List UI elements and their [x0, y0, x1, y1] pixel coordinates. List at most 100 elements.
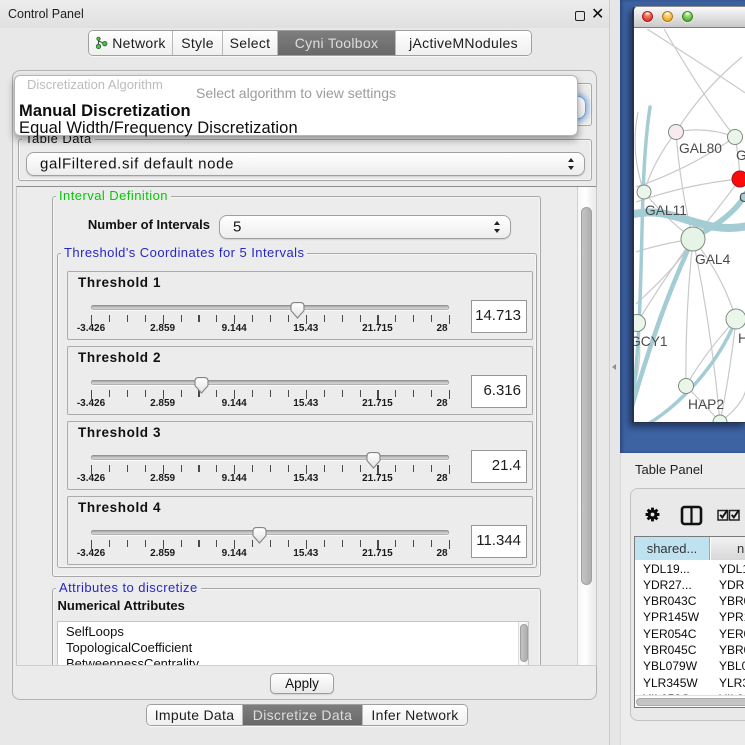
slider-tick-label: 9.144: [222, 323, 247, 334]
network-window-titlebar[interactable]: [634, 7, 745, 28]
network-view-window[interactable]: GAL80G.CGAL11GAL4GCY1HHAP2: [632, 6, 745, 423]
attribute-item[interactable]: SelfLoops: [66, 624, 124, 639]
table-cell: YLR3: [719, 676, 745, 690]
threshold-value-field[interactable]: 14.713: [471, 300, 527, 333]
slider-track[interactable]: [91, 380, 449, 385]
number-of-intervals-combobox[interactable]: 5: [219, 215, 511, 239]
network-edge[interactable]: [693, 239, 736, 319]
threshold-value-field[interactable]: 11.344: [471, 525, 527, 558]
traffic-light-close[interactable]: [642, 11, 653, 22]
table-row[interactable]: YLR345WYLR3: [635, 675, 745, 691]
algorithm-option-1[interactable]: Manual Discretization: [19, 102, 191, 121]
slider-tick-label: 28: [436, 548, 447, 559]
slider-thumb[interactable]: [193, 376, 210, 395]
tab-network[interactable]: Network: [89, 31, 173, 55]
slider-thumb-shape[interactable]: [253, 528, 266, 543]
gear-icon[interactable]: [646, 508, 660, 522]
network-node[interactable]: [634, 315, 646, 332]
tab-jactivemnodules[interactable]: jActiveMNodules: [396, 31, 531, 55]
network-edge[interactable]: [676, 130, 735, 137]
network-node[interactable]: [732, 171, 745, 187]
workspace-region: GAL80G.CGAL11GAL4GCY1HHAP2 Table Panel s…: [620, 0, 745, 745]
thresholds-group-label: Threshold's Coordinates for 5 Intervals: [61, 246, 307, 260]
slider-tick-label: 15.43: [293, 548, 318, 559]
network-edge[interactable]: [636, 179, 740, 202]
threshold-value-field[interactable]: 6.316: [471, 375, 527, 408]
slider-thumb-shape[interactable]: [291, 303, 304, 318]
slider-thumb-shape[interactable]: [195, 378, 208, 393]
attribute-item[interactable]: BetweennessCentrality: [66, 656, 199, 666]
traffic-light-minimize[interactable]: [662, 11, 673, 22]
table-row[interactable]: YDL19...YDL1: [635, 561, 745, 577]
column-header-name[interactable]: n: [711, 537, 745, 560]
network-node[interactable]: [679, 379, 694, 394]
slider-tick: [216, 315, 217, 322]
panel-splitter[interactable]: [610, 0, 620, 745]
slider-thumb[interactable]: [251, 526, 268, 545]
table-horizontal-scrollbar[interactable]: [635, 695, 745, 707]
table-row[interactable]: YBL079WYBL0: [635, 658, 745, 674]
columns-icon[interactable]: [682, 507, 701, 524]
slider-tick: [342, 390, 343, 397]
slider-track[interactable]: [91, 305, 449, 310]
close-icon[interactable]: ✕: [591, 4, 604, 24]
network-edge[interactable]: [647, 29, 745, 94]
settings-scrollbar-thumb[interactable]: [581, 207, 592, 585]
slider-thumb[interactable]: [289, 301, 306, 320]
checkbox-icon[interactable]: [730, 510, 740, 520]
threshold-slider-2[interactable]: -3.4262.8599.14415.4321.71528: [68, 347, 532, 414]
numerical-attributes-label: Numerical Attributes: [58, 598, 185, 613]
table-row[interactable]: YPR145WYPR1: [635, 609, 745, 625]
slider-track[interactable]: [91, 455, 449, 460]
threshold-slider-3[interactable]: -3.4262.8599.14415.4321.71528: [68, 422, 532, 489]
tab-style[interactable]: Style: [173, 31, 223, 55]
network-node[interactable]: [726, 309, 745, 329]
apply-button[interactable]: Apply: [270, 673, 334, 694]
number-of-intervals-label: Number of Intervals: [88, 217, 210, 232]
network-canvas[interactable]: GAL80G.CGAL11GAL4GCY1HHAP2: [634, 29, 745, 422]
node-table[interactable]: shared...n YDL19...YDL1YDR27...YDR2YBR04…: [634, 536, 745, 708]
network-node[interactable]: [681, 227, 705, 251]
tab-impute-data[interactable]: Impute Data: [147, 705, 243, 725]
attribute-item[interactable]: TopologicalCoefficient: [66, 640, 192, 655]
slider-track[interactable]: [91, 530, 449, 535]
table-cell: YBR0: [719, 643, 745, 657]
table-horizontal-scrollbar-thumb[interactable]: [636, 698, 745, 707]
table-row[interactable]: YER054CYER0: [635, 626, 745, 642]
table-cell: YBL0: [719, 659, 745, 673]
column-header-shared[interactable]: shared...: [635, 537, 710, 560]
network-node[interactable]: [637, 185, 651, 199]
tab-discretize-data[interactable]: Discretize Data: [243, 705, 363, 725]
float-window-icon[interactable]: [575, 11, 585, 21]
slider-tick: [395, 540, 396, 547]
network-node[interactable]: [669, 125, 684, 140]
threshold-value-field[interactable]: 21.4: [471, 450, 527, 483]
threshold-slider-4[interactable]: -3.4262.8599.14415.4321.71528: [68, 497, 532, 564]
checkbox-icon[interactable]: [718, 510, 728, 520]
network-edge[interactable]: [664, 29, 735, 137]
table-row[interactable]: YBR043CYBR0: [635, 593, 745, 609]
tab-select[interactable]: Select: [223, 31, 278, 55]
settings-scrollbar[interactable]: [577, 187, 594, 665]
table-cell: YBR0: [719, 594, 745, 608]
slider-tick: [181, 465, 182, 472]
network-edge[interactable]: [686, 239, 693, 386]
algorithm-option-prompt[interactable]: Select algorithm to view settings: [15, 85, 577, 101]
table-row[interactable]: YBR045CYBR0: [635, 642, 745, 658]
slider-tick: [181, 390, 182, 397]
threshold-slider-1[interactable]: -3.4262.8599.14415.4321.71528: [68, 272, 532, 339]
algorithm-option-2[interactable]: Equal Width/Frequency Discretization: [19, 119, 298, 138]
tab-infer-network[interactable]: Infer Network: [363, 705, 467, 725]
slider-thumb[interactable]: [365, 451, 382, 470]
attributes-list-scrollbar-thumb[interactable]: [520, 624, 528, 662]
network-node[interactable]: [728, 130, 743, 145]
traffic-light-zoom[interactable]: [682, 11, 693, 22]
slider-thumb-shape[interactable]: [367, 453, 380, 468]
slider-tick: [324, 540, 325, 547]
attributes-list-scrollbar[interactable]: [518, 622, 528, 666]
numerical-attributes-list[interactable]: SelfLoopsTopologicalCoefficientBetweenne…: [57, 621, 529, 666]
table-data-combobox[interactable]: galFiltered.sif default node: [26, 152, 585, 176]
splitter-collapse-icon[interactable]: [612, 364, 616, 370]
tab-cyni-toolbox[interactable]: Cyni Toolbox: [278, 31, 396, 55]
table-row[interactable]: YDR27...YDR2: [635, 577, 745, 593]
